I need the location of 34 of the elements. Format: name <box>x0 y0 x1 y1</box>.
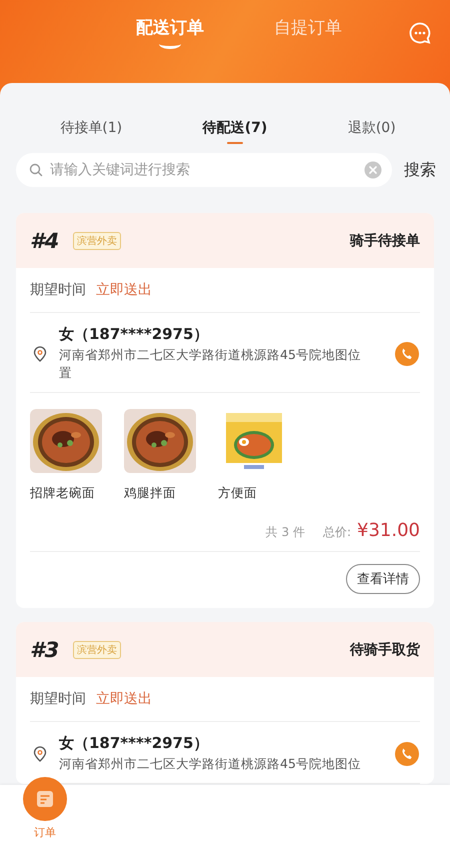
location-pin-icon <box>33 746 47 762</box>
phone-icon[interactable] <box>395 742 419 766</box>
search-button[interactable]: 搜索 <box>404 160 436 180</box>
expected-time-label: 期望时间 <box>30 690 86 708</box>
search-field[interactable]: 请输入关键词进行搜索 <box>16 153 392 187</box>
status-tab[interactable]: 待配送(7) <box>194 115 276 147</box>
customer-name: 女（187****2975） <box>59 325 210 344</box>
customer-name: 女（187****2975） <box>59 734 210 753</box>
search-icon <box>29 163 43 177</box>
item-name: 招牌老碗面 <box>30 485 96 502</box>
item-count: 共 3 件 <box>266 524 305 541</box>
item-name: 方便面 <box>218 485 258 502</box>
total-label: 总价: <box>322 524 352 541</box>
platform-tag: 滨营外卖 <box>73 640 122 658</box>
phone-icon[interactable] <box>395 342 419 366</box>
customer-address: 河南省郑州市二七区大学路街道桃源路45号院地图位 <box>59 755 361 773</box>
status-tab[interactable]: 退款(0) <box>340 115 404 147</box>
expected-time-value: 立即送出 <box>96 281 152 299</box>
location-pin-icon <box>33 346 47 362</box>
expected-time-label: 期望时间 <box>30 281 86 299</box>
status-tab[interactable]: 待接单(1) <box>52 115 130 147</box>
platform-tag: 滨营外卖 <box>73 232 122 250</box>
order-status: 待骑手取货 <box>350 640 420 658</box>
document-icon <box>23 777 67 821</box>
item-name: 鸡腿拌面 <box>124 485 177 502</box>
total-price: ¥31.00 <box>357 520 420 541</box>
order-status: 骑手待接单 <box>350 232 420 250</box>
expected-time-value: 立即送出 <box>96 690 152 708</box>
order-number: #4 <box>30 228 60 252</box>
order-number: #3 <box>30 638 60 662</box>
view-details-button[interactable]: 查看详情 <box>346 564 420 594</box>
customer-address: 河南省郑州市二七区大学路街道桃源路45号院地图位置 <box>59 346 361 382</box>
chat-icon[interactable] <box>408 21 432 45</box>
clear-icon[interactable] <box>364 161 382 179</box>
